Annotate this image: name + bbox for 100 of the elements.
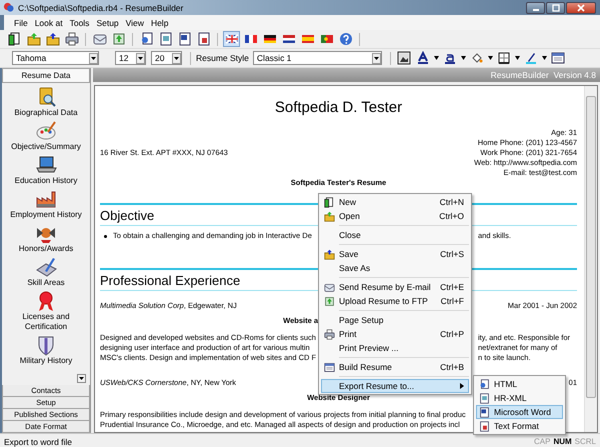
dropdown-arrow-icon[interactable]	[514, 56, 520, 60]
menu-item[interactable]: Save Ctrl+S	[321, 247, 469, 261]
scroll-thumb[interactable]	[586, 96, 596, 398]
menu-item[interactable]: Look at	[34, 18, 63, 28]
uk-flag-icon	[224, 32, 238, 46]
menu-item[interactable]: Save As	[321, 261, 469, 275]
sidebar-item[interactable]: Honors/Awards	[4, 222, 88, 254]
menu-item[interactable]: Upload Resume to FTP Ctrl+F	[321, 294, 469, 308]
menu-item[interactable]: Export Resume to...	[321, 379, 469, 393]
menu-item[interactable]: Send Resume by E-mail Ctrl+E	[321, 280, 469, 294]
pen-tablet-icon	[35, 256, 57, 278]
scrollbar[interactable]	[584, 86, 597, 432]
envelope-icon	[324, 282, 334, 292]
upload-icon	[112, 32, 126, 46]
calendar-icon	[324, 362, 334, 372]
maximize-button[interactable]	[546, 2, 565, 14]
person-name: Softpedia D. Tester	[274, 99, 402, 116]
document-icon	[196, 32, 210, 46]
save-folder-icon	[324, 248, 334, 260]
font-color-icon	[416, 51, 430, 65]
netherlands-flag-icon	[282, 32, 296, 46]
status-text: Export to word file	[4, 436, 72, 446]
sidebar-item[interactable]: Licenses and Certification	[4, 290, 88, 332]
resume-style-field[interactable]: Classic 1	[252, 51, 382, 65]
sidebar-item[interactable]: Skill Areas	[4, 256, 88, 288]
picture-frame-icon	[397, 51, 412, 65]
resume-style-label: Resume Style	[196, 53, 249, 63]
envelope-icon	[92, 32, 106, 46]
menu-item[interactable]: Text Format	[476, 419, 563, 433]
palette-icon	[35, 120, 57, 142]
menu-item[interactable]: New Ctrl+N	[321, 195, 469, 209]
document-icon	[478, 406, 490, 418]
open-folder-icon	[26, 32, 40, 46]
version-text: ResumeBuilder Version 4.8	[490, 70, 596, 80]
document-icon	[158, 32, 172, 46]
border-icon	[497, 51, 512, 65]
printer-icon	[324, 328, 334, 340]
upload-icon	[324, 296, 334, 306]
document-icon	[478, 378, 490, 390]
menu-item[interactable]: Print Ctrl+P	[321, 327, 469, 341]
menu-item[interactable]: HTML	[476, 377, 563, 391]
menu-item[interactable]: Help	[150, 18, 168, 28]
open-folder-icon	[324, 210, 334, 222]
format-button[interactable]	[550, 50, 567, 66]
new-document-icon	[8, 32, 22, 46]
close-button[interactable]	[566, 2, 596, 14]
toolbar-button[interactable]	[63, 31, 80, 47]
menu-item[interactable]: Page Setup	[321, 313, 469, 327]
sidebar-item[interactable]: Biographical Data	[4, 86, 88, 118]
document-icon	[140, 32, 154, 46]
toolbar-button[interactable]	[44, 31, 61, 47]
minimize-button[interactable]	[526, 2, 545, 14]
menu-item[interactable]: View	[126, 18, 144, 28]
menu-item[interactable]: Print Preview ...	[321, 341, 469, 355]
pen-icon	[524, 51, 538, 65]
maximize-icon	[550, 4, 560, 12]
help-icon	[338, 32, 352, 46]
calendar-icon	[551, 51, 566, 65]
dropdown-arrow-icon[interactable]	[460, 56, 466, 60]
portugal-flag-icon	[320, 32, 334, 46]
document-icon	[478, 392, 490, 404]
sidebar-item[interactable]: Objective/Summary	[4, 120, 88, 152]
menu-item[interactable]: Build Resume Ctrl+B	[321, 360, 469, 374]
dropdown-arrow-icon[interactable]	[542, 56, 547, 60]
app-icon	[3, 2, 14, 13]
key-indicator: CAP	[534, 437, 550, 446]
paint-bucket-icon	[470, 51, 484, 65]
new-document-icon	[324, 196, 334, 208]
menu-item[interactable]: Tools	[70, 18, 90, 28]
menu-item[interactable]: Open Ctrl+O	[321, 209, 469, 223]
dropdown-arrow-icon[interactable]	[488, 56, 493, 60]
menu-item[interactable]: Close	[321, 228, 469, 242]
size-field[interactable]: 20	[151, 51, 182, 65]
menu-item[interactable]: File	[14, 18, 28, 28]
menu-item[interactable]: Setup	[96, 18, 119, 28]
window-title: C:\Softpedia\Softpedia.rb4 - ResumeBuilder	[18, 2, 184, 12]
section-heading: Objective	[100, 208, 154, 223]
document-icon	[478, 420, 490, 432]
close-icon	[576, 4, 586, 12]
sidebar-item[interactable]: Military History	[4, 334, 88, 366]
printer-icon	[64, 32, 78, 46]
sidebar-item[interactable]: Education History	[4, 154, 88, 186]
toolbar-button[interactable]	[223, 31, 240, 47]
bullet-dot	[104, 234, 107, 238]
submenu-arrow-icon	[460, 383, 464, 389]
spain-flag-icon	[300, 32, 314, 46]
menu-item[interactable]: HR-XML	[476, 391, 563, 405]
sidebar-item[interactable]: Employment History	[4, 188, 88, 220]
open-folder-icon	[46, 32, 60, 46]
dropdown-arrow-icon[interactable]	[434, 56, 439, 60]
font-field[interactable]: Tahoma	[12, 51, 99, 65]
section-heading: Professional Experience	[100, 273, 240, 288]
germany-flag-icon	[262, 32, 276, 46]
menu-item[interactable]: Microsoft Word	[476, 405, 563, 419]
document-icon	[178, 32, 192, 46]
france-flag-icon	[244, 32, 258, 46]
sidebar-tab[interactable]: Resume Data	[2, 68, 90, 83]
font-size-field[interactable]: 12	[115, 51, 146, 65]
scroll-down-button[interactable]	[77, 374, 86, 383]
format-button[interactable]	[396, 50, 413, 66]
